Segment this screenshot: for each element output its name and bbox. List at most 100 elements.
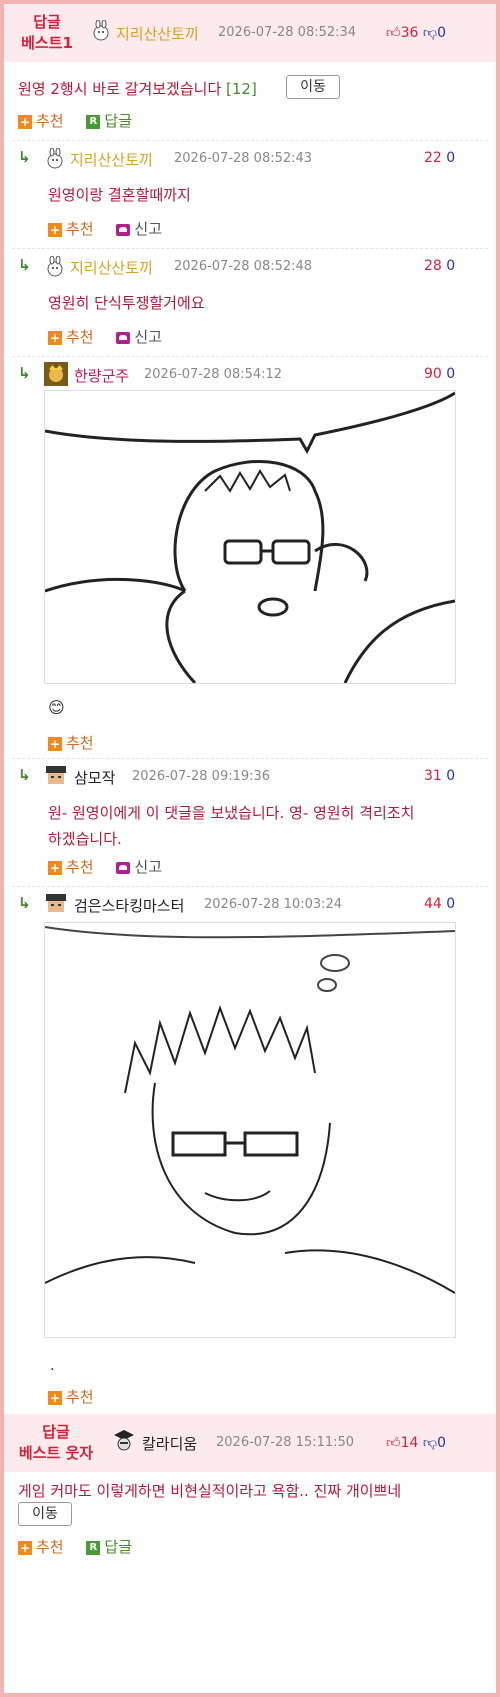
- reply5-down-count: 0: [446, 896, 456, 912]
- best1-badge: 답글 베스트1: [12, 12, 82, 54]
- reply3-cartoon-image[interactable]: [44, 390, 456, 684]
- reply1-actions: + 추천 신고: [48, 218, 162, 239]
- best-funny-reply-button[interactable]: R 답글: [86, 1538, 132, 1556]
- best-funny-time: 2026-07-28 15:11:50: [216, 1435, 355, 1450]
- best1-text-row: 원영 2행시 바로 갈겨보겠습니다 [12]: [18, 76, 257, 102]
- reply-arrow-icon: ↳: [18, 766, 31, 784]
- reply2-text: 영원히 단식투쟁할거에요: [48, 294, 205, 312]
- reply1-votes: 22 0: [424, 150, 455, 166]
- best-funny-recommend-button[interactable]: + 추천: [18, 1538, 64, 1556]
- reply3-up-count: 90: [424, 366, 442, 382]
- reply1-down-count: 0: [446, 150, 456, 166]
- recommend-label: 추천: [66, 220, 94, 238]
- best1-actions: + 추천 R 답글: [18, 110, 132, 131]
- best1-text: 원영 2행시 바로 갈겨보겠습니다: [18, 80, 222, 98]
- report-label: 신고: [134, 328, 162, 346]
- thumbs-up-icon[interactable]: 👍︎: [386, 25, 401, 41]
- reply-arrow-icon: ↳: [18, 256, 31, 274]
- reply4-text: 원- 원영이에게 이 댓글을 보냈습니다. 영- 영원히 격리조치 하겠습니다.: [48, 800, 452, 852]
- rabbit-avatar-icon: [47, 256, 63, 277]
- report-label: 신고: [134, 220, 162, 238]
- reply5-up-count: 44: [424, 896, 442, 912]
- reply2-up-count: 28: [424, 258, 442, 274]
- reply5-recommend-button[interactable]: + 추천: [48, 1388, 94, 1406]
- thumbs-up-icon[interactable]: 👍︎: [386, 1435, 401, 1451]
- best1-recommend-button[interactable]: + 추천: [18, 112, 64, 130]
- reply3-down-count: 0: [446, 366, 456, 382]
- report-icon: [116, 861, 131, 874]
- plus-icon: +: [48, 860, 62, 875]
- reply3-time: 2026-07-28 08:54:12: [144, 367, 283, 382]
- best1-reply-button[interactable]: R 답글: [86, 112, 132, 130]
- best-funny-votes: 👍︎14 👎︎0: [386, 1434, 446, 1451]
- best-funny-down-count: 0: [437, 1435, 447, 1451]
- best1-time: 2026-07-28 08:52:34: [218, 25, 357, 40]
- best1-votes: 👍︎36 👎︎0: [386, 24, 446, 41]
- reply3-nick[interactable]: 한량군주: [74, 365, 129, 386]
- best1-badge-line1: 답글: [33, 13, 61, 31]
- reply2-report-button[interactable]: 신고: [116, 328, 162, 346]
- best-funny-badge-line1: 답글: [42, 1423, 70, 1441]
- reply5-text: .: [50, 1356, 55, 1374]
- thumbs-down-icon[interactable]: 👎︎: [423, 25, 437, 41]
- reply2-recommend-button[interactable]: + 추천: [48, 328, 94, 346]
- pixel-avatar-icon: [44, 764, 68, 788]
- reply-arrow-icon: ↳: [18, 364, 31, 382]
- recommend-label: 추천: [66, 734, 94, 752]
- reply2-votes: 28 0: [424, 258, 455, 274]
- plus-icon: +: [48, 330, 62, 345]
- reply3-recommend-button[interactable]: + 추천: [48, 734, 94, 752]
- king-avatar-icon: [44, 362, 68, 386]
- reply1-time: 2026-07-28 08:52:43: [174, 151, 313, 166]
- best1-move-button[interactable]: 이동: [286, 75, 340, 99]
- reply1-recommend-button[interactable]: + 추천: [48, 220, 94, 238]
- report-icon: [116, 223, 131, 236]
- divider: [12, 758, 488, 759]
- best-funny-badge: 답글 베스트 웃자: [10, 1422, 102, 1464]
- reply1-nick[interactable]: 지리산산토끼: [70, 149, 153, 170]
- reply4-time: 2026-07-28 09:19:36: [132, 769, 271, 784]
- reply-label: 답글: [104, 112, 132, 130]
- reply-arrow-icon: ↳: [18, 894, 31, 912]
- reply2-down-count: 0: [446, 258, 456, 274]
- best1-header: 답글 베스트1 지리산산토끼 2026-07-28 08:52:34 👍︎36 …: [4, 4, 496, 62]
- reply4-text-line2: 하겠습니다.: [48, 830, 122, 848]
- reply1-report-button[interactable]: 신고: [116, 220, 162, 238]
- reply5-actions: + 추천: [48, 1386, 94, 1407]
- reply2-nick[interactable]: 지리산산토끼: [70, 257, 153, 278]
- plus-icon: +: [48, 1390, 62, 1405]
- rabbit-avatar-icon: [93, 20, 109, 41]
- reply5-nick[interactable]: 검은스타킹마스터: [74, 895, 184, 916]
- recommend-label: 추천: [66, 1388, 94, 1406]
- reply4-votes: 31 0: [424, 768, 455, 784]
- thumbs-down-icon[interactable]: 👎︎: [423, 1435, 437, 1451]
- best-funny-badge-line2: 베스트 웃자: [18, 1444, 94, 1462]
- recommend-label: 추천: [36, 1538, 64, 1556]
- reply-icon: R: [86, 1540, 101, 1555]
- reply-icon: R: [86, 114, 101, 129]
- reply-label: 답글: [104, 1538, 132, 1556]
- pixel-avatar-icon: [44, 892, 68, 916]
- reply4-nick[interactable]: 삼모작: [74, 767, 115, 788]
- divider: [12, 356, 488, 357]
- reply4-report-button[interactable]: 신고: [116, 858, 162, 876]
- best1-up-count: 36: [400, 25, 419, 41]
- reply4-recommend-button[interactable]: + 추천: [48, 858, 94, 876]
- reply3-votes: 90 0: [424, 366, 455, 382]
- reply3-actions: + 추천: [48, 732, 94, 753]
- plus-icon: +: [48, 736, 62, 751]
- plus-icon: +: [48, 222, 62, 237]
- reply5-cartoon-image[interactable]: [44, 922, 456, 1338]
- reply1-up-count: 22: [424, 150, 442, 166]
- reply4-up-count: 31: [424, 768, 442, 784]
- best-funny-actions: + 추천 R 답글: [18, 1536, 132, 1557]
- reply4-text-line1: 원- 원영이에게 이 댓글을 보냈습니다. 영- 영원히 격리조치: [48, 804, 415, 822]
- reply4-actions: + 추천 신고: [48, 856, 162, 877]
- best-funny-nick[interactable]: 칼라디움: [142, 1433, 197, 1454]
- divider: [12, 886, 488, 887]
- reply1-text: 원영이랑 결혼할때까지: [48, 186, 191, 204]
- reply2-actions: + 추천 신고: [48, 326, 162, 347]
- best-funny-move-button[interactable]: 이동: [18, 1502, 72, 1526]
- best1-nick[interactable]: 지리산산토끼: [116, 23, 199, 44]
- best1-down-count: 0: [437, 25, 447, 41]
